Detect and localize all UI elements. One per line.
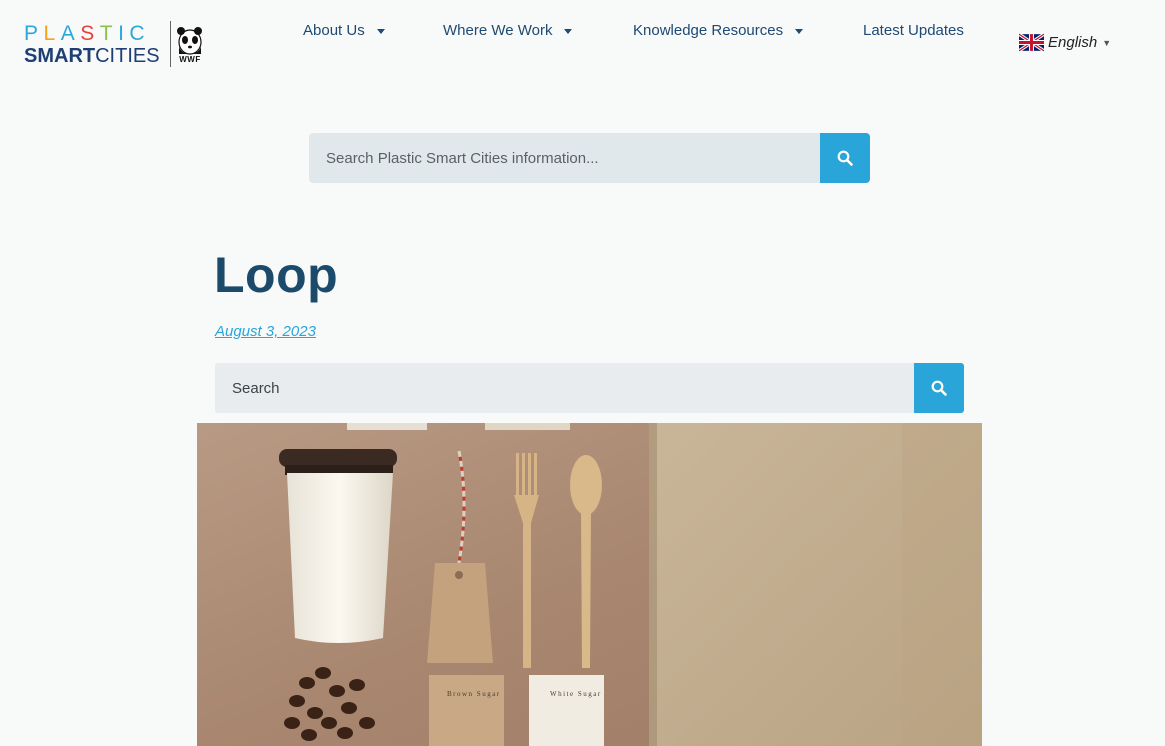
nav-item-knowledge-resources[interactable]: Knowledge Resources	[633, 19, 813, 43]
nav-item-label: Latest Updates	[863, 22, 964, 39]
nav-item-latest-updates[interactable]: Latest Updates	[863, 19, 964, 43]
nav-item-label: Knowledge Resources	[633, 22, 784, 39]
featured-image: Brown Sugar White Sugar	[197, 423, 982, 746]
panda-icon	[177, 26, 202, 55]
caret-down-icon	[564, 28, 573, 34]
uk-flag-icon	[1019, 33, 1044, 52]
site-logo[interactable]: PLASTIC SMARTCITIES WWF	[24, 20, 204, 68]
nav-item-where-we-work[interactable]: Where We Work	[443, 19, 583, 43]
plastic-smart-cities-wordmark: PLASTIC SMARTCITIES	[24, 23, 160, 66]
site-search-form	[309, 133, 870, 183]
dropdown-arrow-icon: ▼	[1102, 37, 1112, 48]
search-icon	[837, 150, 853, 166]
nav-item-label: Where We Work	[443, 22, 553, 39]
page-title: Loop	[214, 247, 339, 303]
nav-item-label: About Us	[303, 22, 365, 39]
brown-sugar-label: Brown Sugar	[447, 690, 501, 698]
language-label: English	[1048, 34, 1098, 51]
logo-line-plastic: PLASTIC	[24, 21, 151, 45]
logo-line-smart-cities: SMARTCITIES	[24, 44, 160, 67]
wwf-logo: WWF	[176, 25, 204, 64]
post-search-form	[215, 363, 964, 413]
caret-down-icon	[376, 28, 385, 34]
eco-packaging-photo: Brown Sugar White Sugar	[197, 423, 982, 746]
site-search-button[interactable]	[820, 133, 870, 183]
white-sugar-label: White Sugar	[550, 690, 602, 698]
search-icon	[931, 380, 947, 396]
site-search-input[interactable]	[309, 133, 820, 183]
post-date-link[interactable]: August 3, 2023	[215, 323, 316, 340]
language-selector[interactable]: English ▼	[1019, 33, 1111, 52]
post-search-button[interactable]	[914, 363, 964, 413]
post-search-input[interactable]	[215, 363, 914, 413]
wwf-label: WWF	[179, 54, 201, 64]
nav-item-about-us[interactable]: About Us	[303, 19, 393, 43]
caret-down-icon	[795, 28, 804, 34]
